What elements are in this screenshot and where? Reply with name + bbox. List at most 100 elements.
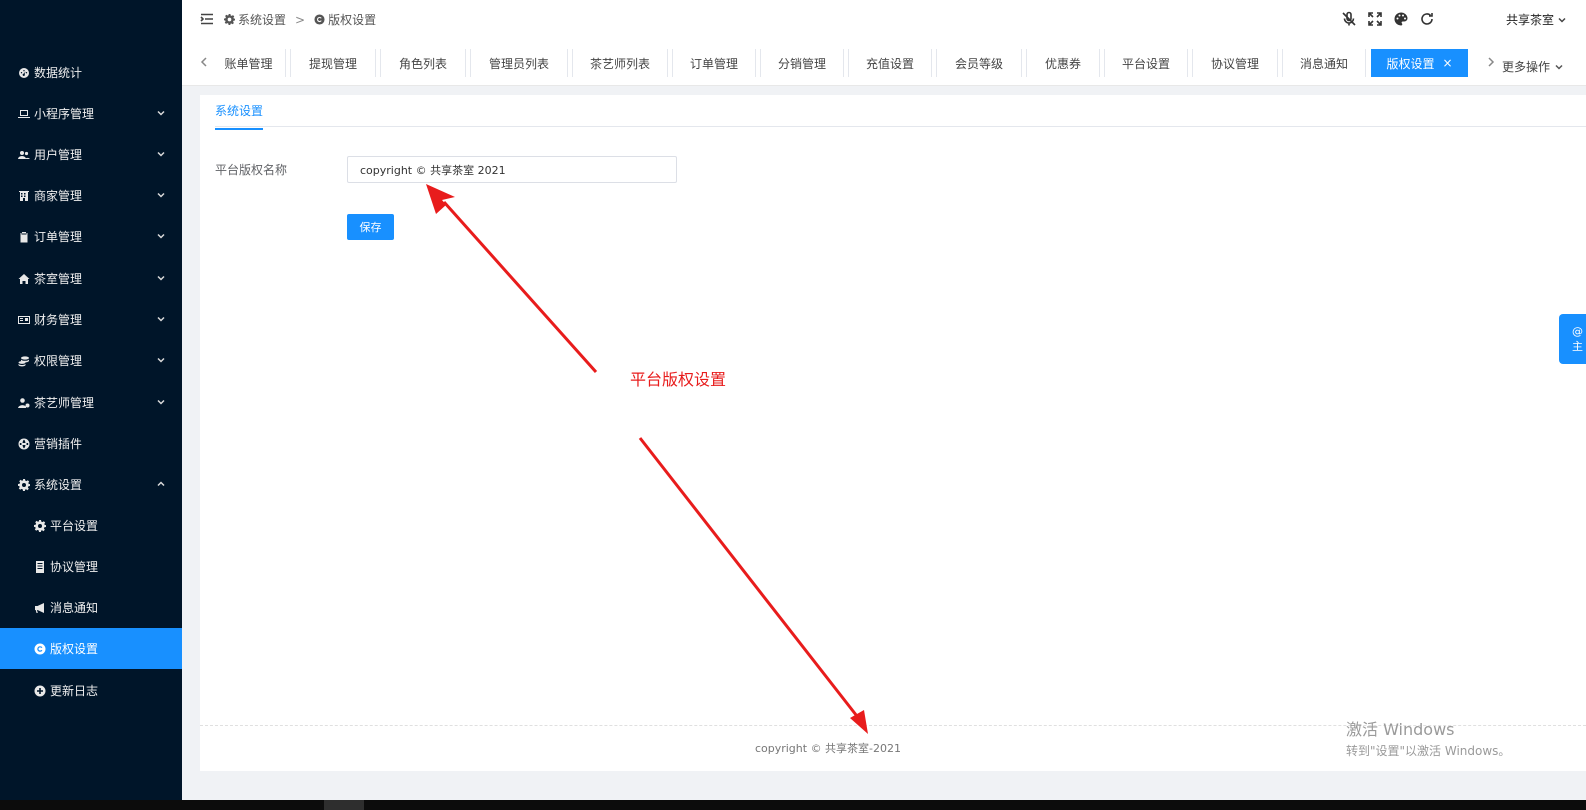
sidebar-item-tea-masters[interactable]: 茶艺师管理 [0, 382, 182, 423]
home-icon [18, 273, 30, 285]
sidebar-subitem-agreements[interactable]: 协议管理 [0, 546, 182, 587]
tab-admins[interactable]: 管理员列表 [470, 49, 568, 77]
tab-recharge[interactable]: 充值设置 [848, 49, 932, 77]
taskbar-item[interactable] [324, 800, 364, 810]
floating-side-tab[interactable]: @ 主 [1559, 314, 1586, 364]
tab-label: 充值设置 [865, 56, 914, 71]
breadcrumb: 系统设置 > 版权设置 [224, 11, 376, 28]
users-icon [18, 149, 30, 161]
user-name: 共享茶室 [1506, 13, 1555, 27]
tabs-bar: 账单管理 提现管理 角色列表 管理员列表 茶艺师列表 订单管理 分销管理 充值设… [182, 40, 1586, 86]
windows-activation-watermark: 激活 Windows 转到"设置"以激活 Windows。 [1346, 716, 1510, 759]
tab-orders[interactable]: 订单管理 [672, 49, 756, 77]
sidebar-item-tearooms[interactable]: 茶室管理 [0, 258, 182, 299]
tab-distribution[interactable]: 分销管理 [760, 49, 844, 77]
chevron-down-icon [156, 354, 166, 364]
sidebar-subitem-notifications[interactable]: 消息通知 [0, 587, 182, 628]
tab-coupons[interactable]: 优惠券 [1026, 49, 1100, 77]
breadcrumb-label: 版权设置 [328, 13, 377, 27]
close-icon[interactable]: × [1442, 56, 1452, 70]
tab-tea-masters[interactable]: 茶艺师列表 [572, 49, 668, 77]
menu-toggle-icon[interactable] [200, 12, 214, 26]
sidebar-item-label: 营销插件 [34, 437, 83, 451]
sidebar-item-merchants[interactable]: 商家管理 [0, 175, 182, 216]
fullscreen-icon[interactable] [1366, 10, 1384, 28]
copyright-name-label: 平台版权名称 [215, 163, 288, 177]
watermark-subtitle: 转到"设置"以激活 Windows。 [1346, 744, 1511, 758]
gear-icon [18, 478, 30, 491]
sidebar-item-marketing[interactable]: 营销插件 [0, 423, 182, 464]
sidebar-item-miniprogram[interactable]: 小程序管理 [0, 93, 182, 134]
tabs-scroll-right-icon[interactable] [1487, 56, 1497, 68]
tab-label: 平台设置 [1121, 56, 1170, 71]
header-toolbar [1340, 10, 1444, 28]
chevron-down-icon [156, 272, 166, 282]
tab-withdrawals[interactable]: 提现管理 [290, 49, 376, 77]
sidebar-item-permissions[interactable]: 权限管理 [0, 340, 182, 381]
megaphone-icon [34, 602, 46, 614]
user-cog-icon [18, 397, 30, 409]
clipboard-icon [18, 231, 30, 243]
tabs-scroll-left-icon[interactable] [200, 56, 210, 68]
sidebar-item-label: 权限管理 [34, 354, 83, 368]
sidebar-item-users[interactable]: 用户管理 [0, 134, 182, 175]
chevron-down-icon [156, 313, 166, 323]
tab-label: 版权设置 [1386, 56, 1435, 71]
user-menu[interactable]: 共享茶室 [1506, 11, 1567, 28]
more-operations-label: 更多操作 [1502, 60, 1551, 74]
sidebar: 数据统计 小程序管理 用户管理 商家管理 订单管理 茶室管理 财务管理 权限管理… [0, 0, 182, 800]
tab-label: 订单管理 [689, 56, 738, 71]
sidebar-item-label: 商家管理 [34, 189, 83, 203]
tab-roles[interactable]: 角色列表 [380, 49, 466, 77]
laptop-icon [18, 108, 30, 120]
palette-icon[interactable] [1392, 10, 1410, 28]
mic-off-icon[interactable] [1340, 10, 1358, 28]
floating-tab-text: 主 [1572, 339, 1583, 353]
floating-tab-glyph: @ [1572, 324, 1583, 338]
sidebar-subitem-copyright[interactable]: 版权设置 [0, 628, 182, 669]
tab-label: 提现管理 [308, 56, 357, 71]
sidebar-item-finance[interactable]: 财务管理 [0, 299, 182, 340]
sidebar-item-label: 财务管理 [34, 313, 83, 327]
gear-icon [224, 14, 235, 25]
tab-notifications[interactable]: 消息通知 [1282, 49, 1366, 77]
sidebar-subitem-label: 协议管理 [50, 560, 99, 574]
tab-copyright[interactable]: 版权设置 × [1371, 49, 1468, 77]
more-operations-dropdown[interactable]: 更多操作 [1502, 58, 1564, 75]
breadcrumb-label: 系统设置 [238, 13, 287, 27]
building-icon [18, 190, 30, 202]
copyright-name-input[interactable] [347, 156, 677, 183]
tab-label: 管理员列表 [488, 56, 549, 71]
watermark-title: 激活 Windows [1346, 720, 1455, 739]
refresh-icon[interactable] [1418, 10, 1436, 28]
chevron-down-icon [1555, 64, 1563, 70]
sidebar-subitem-platform-settings[interactable]: 平台设置 [0, 505, 182, 546]
coins-icon [18, 355, 30, 367]
tab-label: 茶艺师列表 [589, 56, 650, 71]
sidebar-subitem-changelog[interactable]: 更新日志 [0, 670, 182, 711]
globe-icon [18, 438, 30, 450]
document-icon [34, 560, 46, 573]
tab-platform-settings[interactable]: 平台设置 [1104, 49, 1188, 77]
chevron-up-icon [156, 478, 166, 488]
tab-label: 角色列表 [398, 56, 447, 71]
sidebar-item-system-settings[interactable]: 系统设置 [0, 464, 182, 505]
sidebar-subitem-label: 平台设置 [50, 519, 99, 533]
sidebar-item-statistics[interactable]: 数据统计 [0, 52, 182, 93]
tab-agreements[interactable]: 协议管理 [1192, 49, 1278, 77]
sidebar-subitem-label: 版权设置 [50, 642, 99, 656]
tab-billing[interactable]: 账单管理 [212, 49, 286, 77]
tab-member-levels[interactable]: 会员等级 [936, 49, 1022, 77]
annotation-label: 平台版权设置 [630, 370, 727, 389]
copyright-icon [34, 643, 46, 655]
breadcrumb-item-system-settings[interactable]: 系统设置 [224, 11, 286, 28]
chevron-down-icon [156, 107, 166, 117]
tab-label: 会员等级 [954, 56, 1003, 71]
sidebar-item-label: 系统设置 [34, 478, 83, 492]
breadcrumb-separator: > [295, 12, 306, 27]
tab-label: 优惠券 [1044, 56, 1081, 71]
chevron-down-icon [156, 189, 166, 199]
dashboard-icon [18, 67, 30, 79]
save-button[interactable]: 保存 [347, 214, 394, 240]
sidebar-item-orders[interactable]: 订单管理 [0, 216, 182, 257]
